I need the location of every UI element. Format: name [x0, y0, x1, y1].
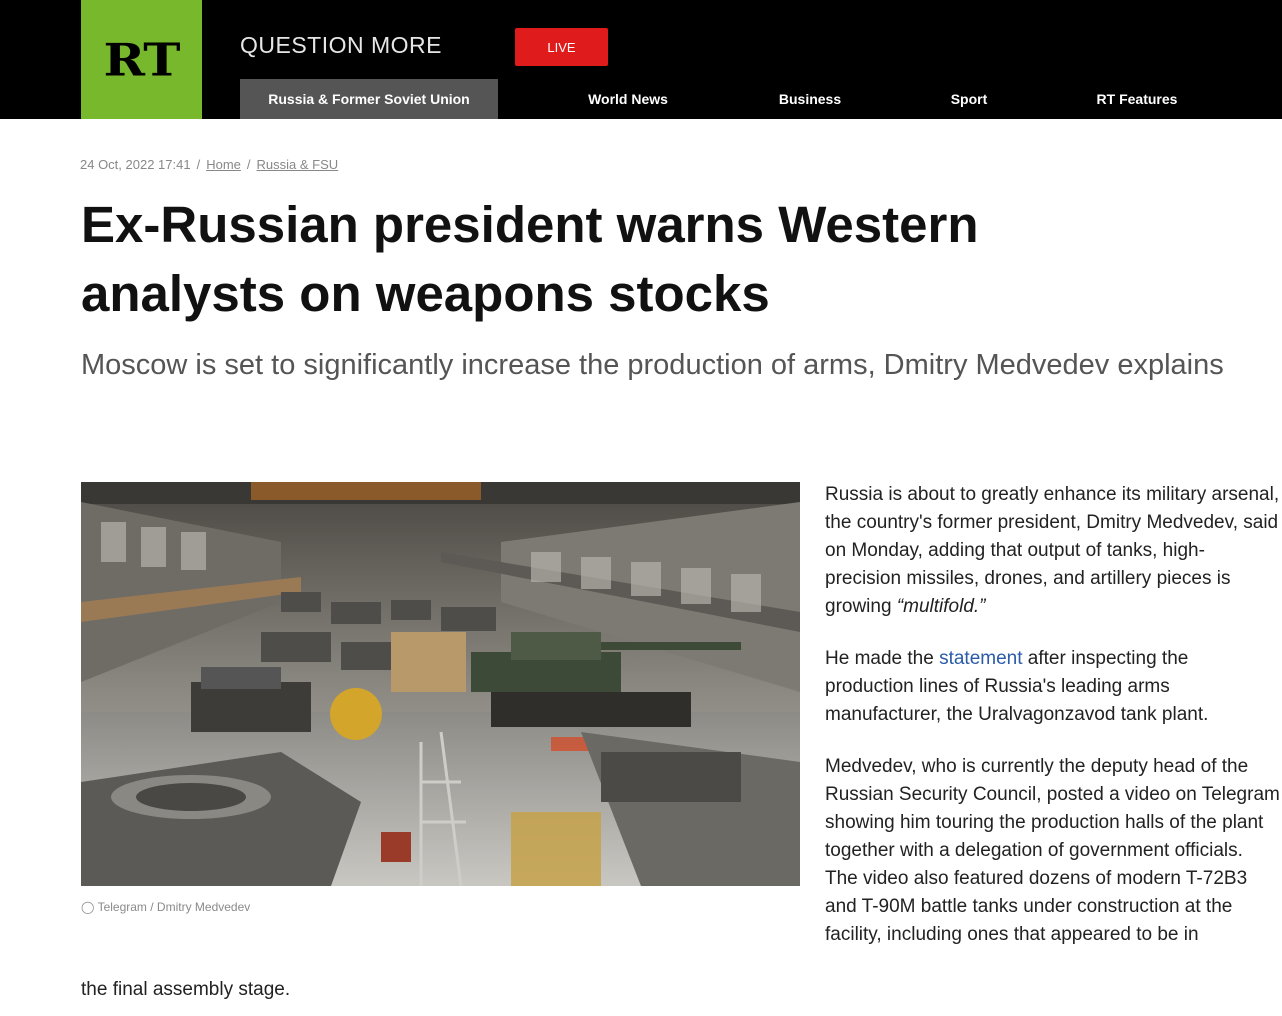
paragraph-2: He made the statement after inspecting t… [825, 645, 1280, 729]
site-header: RT QUESTION MORE LIVE Russia & Former So… [0, 0, 1282, 119]
factory-illustration [81, 482, 800, 886]
article-body: Russia is about to greatly enhance its m… [825, 481, 1280, 973]
article-subtitle: Moscow is set to significantly increase … [81, 349, 1224, 381]
emphasis-quote: “multifold.” [896, 596, 986, 617]
paragraph-2-text: He made the [825, 648, 934, 669]
nav-business[interactable]: Business [745, 79, 875, 119]
live-button[interactable]: LIVE [515, 28, 608, 66]
article-title: Ex-Russian president warns Western analy… [81, 196, 979, 322]
nav-russia-fsu[interactable]: Russia & Former Soviet Union [240, 79, 498, 119]
breadcrumb-section-link[interactable]: Russia & FSU [257, 157, 339, 172]
photo-caption: ◯ Telegram / Dmitry Medvedev [81, 900, 250, 914]
paragraph-1: Russia is about to greatly enhance its m… [825, 481, 1280, 621]
breadcrumb-separator: / [246, 157, 251, 172]
camera-icon: ◯ [81, 900, 95, 914]
logo-text: RT [103, 32, 181, 87]
statement-link[interactable]: statement [939, 648, 1022, 669]
breadcrumb: 24 Oct, 2022 17:41 / Home / Russia & FSU [80, 157, 338, 172]
publish-date: 24 Oct, 2022 17:41 [80, 157, 191, 172]
breadcrumb-home-link[interactable]: Home [206, 157, 241, 172]
paragraph-1-text: Russia is about to greatly enhance its m… [825, 484, 1280, 617]
nav-world-news[interactable]: World News [560, 79, 696, 119]
paragraph-3: Medvedev, who is currently the deputy he… [825, 756, 1280, 945]
nav-sport[interactable]: Sport [920, 79, 1018, 119]
rt-logo[interactable]: RT [81, 0, 202, 119]
caption-text: Telegram / Dmitry Medvedev [97, 900, 251, 914]
tagline: QUESTION MORE [240, 32, 443, 58]
breadcrumb-separator: / [196, 157, 201, 172]
paragraph-3-continuation: the final assembly stage. [81, 979, 291, 1000]
nav-rt-features[interactable]: RT Features [1070, 79, 1204, 119]
article-photo[interactable] [81, 482, 800, 886]
